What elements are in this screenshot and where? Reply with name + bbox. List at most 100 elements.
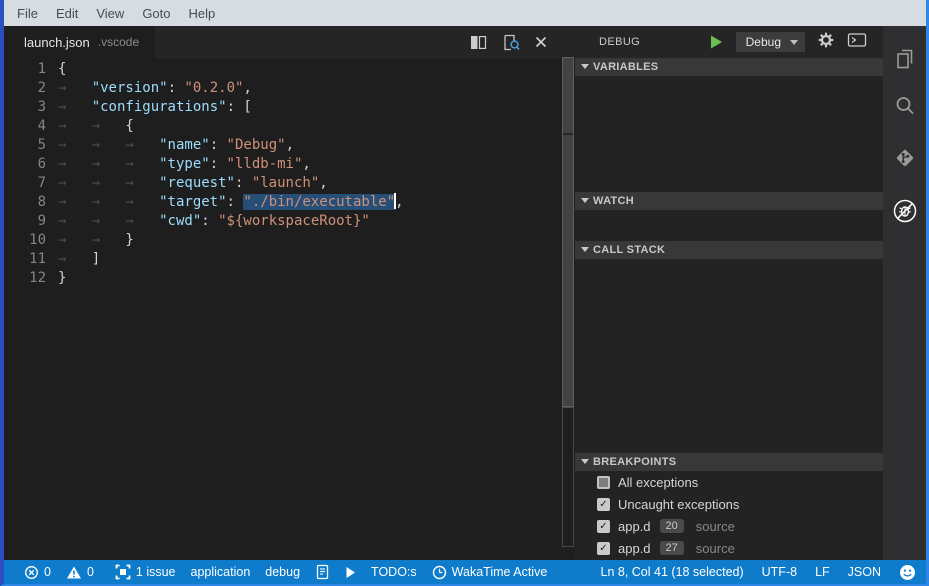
warning-count[interactable]: 0 bbox=[66, 565, 94, 580]
error-count[interactable]: 0 bbox=[24, 565, 51, 580]
code-line-7[interactable]: 7→→→"request": "launch", bbox=[4, 174, 561, 193]
language-value: JSON bbox=[848, 565, 881, 579]
line-number: 1 bbox=[4, 60, 46, 79]
wakatime-status[interactable]: WakaTime Active bbox=[432, 565, 548, 580]
tab-whitespace-icon: → bbox=[58, 98, 92, 117]
code-line-2[interactable]: 2→"version": "0.2.0", bbox=[4, 79, 561, 98]
files-icon[interactable] bbox=[892, 46, 918, 72]
warning-icon bbox=[66, 565, 82, 580]
section-call-stack[interactable]: CALL STACK bbox=[575, 241, 883, 259]
menu-view[interactable]: View bbox=[87, 6, 133, 21]
debug-toolbar: Debug bbox=[710, 32, 883, 53]
line-number: 7 bbox=[4, 174, 46, 193]
breakpoint-row[interactable]: ✓app.d27source bbox=[575, 537, 883, 559]
encoding-indicator[interactable]: UTF-8 bbox=[762, 565, 797, 579]
breakpoint-row[interactable]: All exceptions bbox=[575, 471, 883, 493]
code-editor[interactable]: 1{2→"version": "0.2.0",3→"configurations… bbox=[4, 60, 561, 288]
tab-launch-json[interactable]: launch.json .vscode bbox=[4, 26, 155, 58]
checkbox-checked[interactable]: ✓ bbox=[597, 520, 610, 533]
line-number: 9 bbox=[4, 212, 46, 231]
menu-help[interactable]: Help bbox=[180, 6, 225, 21]
close-icon[interactable] bbox=[535, 36, 547, 48]
language-indicator[interactable]: JSON bbox=[848, 565, 881, 579]
section-watch[interactable]: WATCH bbox=[575, 192, 883, 210]
menu-edit[interactable]: Edit bbox=[47, 6, 87, 21]
selected-text: "./bin/executable" bbox=[243, 194, 395, 210]
tab-whitespace-icon: → bbox=[58, 231, 92, 250]
tab-whitespace-icon: → bbox=[125, 136, 159, 155]
tab-whitespace-icon: → bbox=[92, 174, 126, 193]
token: "launch" bbox=[252, 175, 319, 191]
line-badge: 27 bbox=[660, 541, 684, 555]
token: [ bbox=[243, 99, 251, 115]
gear-icon[interactable] bbox=[818, 32, 834, 53]
code-line-10[interactable]: 10→→} bbox=[4, 231, 561, 250]
token: "type" bbox=[159, 156, 210, 172]
issues-status[interactable]: 1 issue bbox=[115, 564, 176, 580]
debug-icon[interactable] bbox=[892, 198, 918, 224]
code-text: →→→"type": "lldb-mi", bbox=[46, 155, 311, 174]
tab-filename: launch.json bbox=[24, 35, 90, 50]
tab-whitespace-icon: → bbox=[92, 155, 126, 174]
todo-status[interactable]: TODO:s bbox=[371, 565, 417, 579]
code-line-5[interactable]: 5→→→"name": "Debug", bbox=[4, 136, 561, 155]
token: , bbox=[243, 80, 251, 96]
code-line-1[interactable]: 1{ bbox=[4, 60, 561, 79]
feedback-smiley-icon[interactable] bbox=[899, 564, 916, 581]
scrollbar-slider[interactable] bbox=[562, 57, 574, 407]
checkbox-checked[interactable]: ✓ bbox=[597, 542, 610, 555]
code-text: →→→"request": "launch", bbox=[46, 174, 328, 193]
editor-actions bbox=[470, 34, 561, 51]
code-line-9[interactable]: 9→→→"cwd": "${workspaceRoot}" bbox=[4, 212, 561, 231]
open-preview-icon[interactable] bbox=[502, 34, 520, 51]
debug-label: debug bbox=[265, 565, 300, 579]
status-application[interactable]: application bbox=[191, 565, 251, 579]
split-editor-icon[interactable] bbox=[470, 35, 487, 50]
document-status[interactable] bbox=[315, 564, 330, 580]
checkbox-checked[interactable]: ✓ bbox=[597, 498, 610, 511]
token: "cwd" bbox=[159, 213, 201, 229]
cursor-position[interactable]: Ln 8, Col 41 (18 selected) bbox=[601, 565, 744, 579]
issues-icon bbox=[115, 564, 131, 580]
tab-whitespace-icon: → bbox=[58, 250, 92, 269]
source-control-icon[interactable] bbox=[892, 145, 918, 171]
vscode-window: FileEditViewGotoHelp launch.json .vscode bbox=[0, 0, 929, 586]
token: "0.2.0" bbox=[184, 80, 243, 96]
tab-whitespace-icon: → bbox=[92, 136, 126, 155]
tab-whitespace-icon: → bbox=[92, 212, 126, 231]
scrollbar-corner bbox=[561, 26, 575, 57]
section-variables[interactable]: VARIABLES bbox=[575, 58, 883, 76]
tab-whitespace-icon: → bbox=[125, 193, 159, 212]
clock-icon bbox=[432, 565, 447, 580]
section-breakpoints[interactable]: BREAKPOINTS bbox=[575, 453, 883, 471]
code-line-6[interactable]: 6→→→"type": "lldb-mi", bbox=[4, 155, 561, 174]
run-task-button[interactable] bbox=[345, 566, 356, 579]
checkbox-unchecked[interactable] bbox=[597, 476, 610, 489]
token: , bbox=[286, 137, 294, 153]
search-icon[interactable] bbox=[892, 93, 918, 119]
code-text: →"version": "0.2.0", bbox=[46, 79, 252, 98]
token: { bbox=[58, 61, 66, 77]
menu-goto[interactable]: Goto bbox=[133, 6, 179, 21]
code-line-12[interactable]: 12} bbox=[4, 269, 561, 288]
open-debug-console-icon[interactable] bbox=[847, 32, 867, 53]
code-line-8[interactable]: 8→→→"target": "./bin/executable", bbox=[4, 193, 561, 212]
code-line-4[interactable]: 4→→{ bbox=[4, 117, 561, 136]
status-bar: 0 0 1 issue application debug bbox=[4, 560, 926, 584]
debug-config-dropdown[interactable]: Debug bbox=[736, 32, 805, 52]
tab-whitespace-icon: → bbox=[58, 155, 92, 174]
token: "configurations" bbox=[92, 99, 227, 115]
code-text: →→→"cwd": "${workspaceRoot}" bbox=[46, 212, 370, 231]
breakpoint-row[interactable]: ✓Uncaught exceptions bbox=[575, 493, 883, 515]
error-count-value: 0 bbox=[44, 565, 51, 579]
status-debug[interactable]: debug bbox=[265, 565, 300, 579]
collapse-icon bbox=[581, 459, 589, 464]
menu-file[interactable]: File bbox=[8, 6, 47, 21]
breakpoint-row[interactable]: ✓app.d20source bbox=[575, 515, 883, 537]
code-line-11[interactable]: 11→] bbox=[4, 250, 561, 269]
eol-indicator[interactable]: LF bbox=[815, 565, 830, 579]
code-line-3[interactable]: 3→"configurations": [ bbox=[4, 98, 561, 117]
start-debug-button[interactable] bbox=[710, 35, 723, 49]
token: "name" bbox=[159, 137, 210, 153]
tab-whitespace-icon: → bbox=[58, 136, 92, 155]
